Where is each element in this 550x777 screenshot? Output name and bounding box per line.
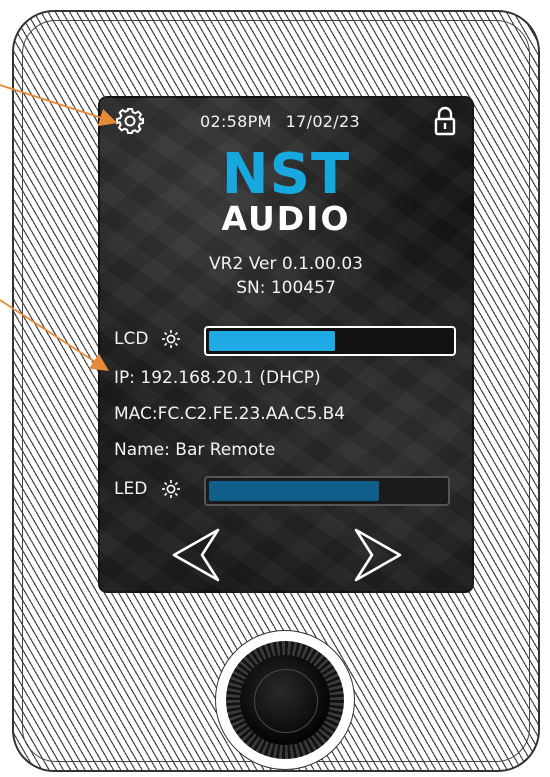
knob-ring (254, 669, 318, 733)
knob-cap (240, 655, 330, 745)
status-bar: 02:58PM 17/02/23 (98, 106, 474, 140)
lcd-brightness-slider[interactable] (204, 326, 456, 356)
ip-address: IP: 192.168.20.1 (DHCP) (114, 368, 321, 388)
chevron-right-icon[interactable] (350, 526, 406, 584)
firmware-version: VR2 Ver 0.1.00.03 (209, 254, 363, 274)
led-brightness-fill (209, 481, 379, 501)
date-time: 02:58PM 17/02/23 (200, 112, 360, 131)
lock-icon[interactable] (434, 106, 456, 136)
led-label: LED (114, 479, 148, 499)
chevron-left-icon[interactable] (168, 526, 224, 584)
brand-logo: NST AUDIO (98, 142, 474, 238)
lcd-label: LCD (114, 329, 149, 349)
device-name: Name: Bar Remote (114, 440, 276, 460)
led-brightness-row: LED (114, 474, 464, 506)
led-brightness-slider[interactable] (204, 476, 450, 506)
mac-address: MAC:FC.C2.FE.23.AA.C5.B4 (114, 404, 346, 424)
serial-number: SN: 100457 (236, 278, 336, 298)
logo-sub: AUDIO (221, 199, 351, 238)
gear-icon[interactable] (116, 107, 144, 135)
rotary-knob[interactable] (226, 641, 344, 759)
logo-brand: NST (221, 142, 351, 207)
lcd-brightness-row: LCD (114, 324, 464, 356)
lcd-brightness-fill (209, 331, 335, 351)
date-text: 17/02/23 (285, 112, 360, 131)
brightness-icon (162, 480, 180, 498)
version-block: VR2 Ver 0.1.00.03 SN: 100457 (98, 252, 474, 300)
brightness-icon (162, 330, 180, 348)
rotary-knob-housing (215, 630, 355, 770)
lcd-screen: 02:58PM 17/02/23 NST AUDIO VR2 Ver 0.1.00… (98, 96, 474, 593)
time-text: 02:58PM (200, 112, 272, 131)
